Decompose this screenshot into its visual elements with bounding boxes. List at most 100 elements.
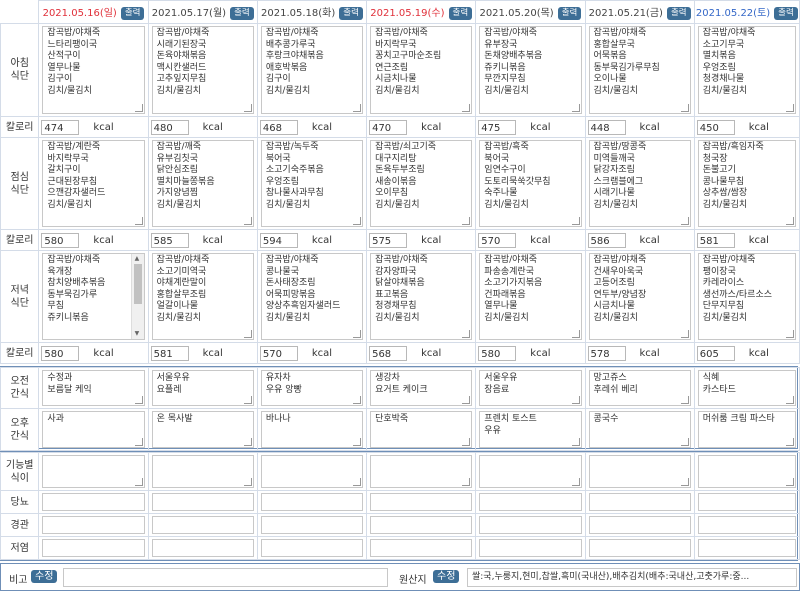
functional-diet-input[interactable]	[479, 455, 582, 488]
tube-feeding-input[interactable]	[697, 516, 796, 534]
scrollbar[interactable]: ▲ ▼	[130, 254, 144, 339]
pm-snack[interactable]: 콩국수	[588, 411, 691, 448]
dinner-menu[interactable]: 잡곡밥/야채죽 콩나물국 돈사태장조림 어묵피망볶음 양상추흑임자샐러드 김치/…	[260, 253, 364, 340]
pm-snack[interactable]: 프렌치 토스트 우유	[479, 411, 582, 448]
tube-feeding-input[interactable]	[370, 516, 473, 534]
diabetes-input[interactable]	[479, 493, 582, 511]
lunch-menu[interactable]: 잡곡밥/흑죽 북어국 임연수구이 도토리묵쑥갓무침 숙주나물 김치/물김치	[479, 140, 582, 227]
diabetes-input[interactable]	[370, 493, 473, 511]
pm-snack[interactable]: 온 목사발	[151, 411, 254, 448]
breakfast-menu[interactable]: 잡곡밥/야채죽 느타리팽이국 산적구이 열무나물 김구이 김치/물김치	[42, 26, 145, 114]
print-button[interactable]: 출력	[448, 6, 473, 20]
low-salt-input[interactable]	[588, 539, 691, 557]
calorie-input[interactable]: 605	[696, 345, 735, 361]
dinner-menu[interactable]: 잡곡밥/야채죽 육개장 참치양배추볶음 동부묵김가루 무침 쥬키니볶음 ▲ ▼	[42, 253, 145, 340]
diabetes-input[interactable]	[697, 493, 796, 511]
calorie-input[interactable]: 581	[150, 345, 189, 361]
lunch-calorie-row: 칼로리 580 kcal 585 kcal 594 kcal 575 kcal 570 k…	[0, 229, 800, 251]
functional-diet-input[interactable]	[260, 455, 364, 488]
breakfast-menu[interactable]: 잡곡밥/야채죽 시래기된장국 돈육야채볶음 맥시칸샐러드 고추잎지무침 김치/물…	[151, 26, 254, 114]
functional-diet-input[interactable]	[697, 455, 796, 488]
low-salt-input[interactable]	[479, 539, 582, 557]
calorie-input[interactable]: 586	[587, 232, 626, 248]
functional-diet-input[interactable]	[370, 455, 473, 488]
tube-feeding-input[interactable]	[42, 516, 145, 534]
calorie-input[interactable]: 448	[587, 119, 626, 135]
origin-edit-button[interactable]: 수정	[433, 570, 460, 583]
remarks-edit-button[interactable]: 수정	[31, 570, 58, 583]
calorie-input[interactable]: 581	[696, 232, 735, 248]
lunch-menu[interactable]: 잡곡밥/깨죽 유부김칫국 닭안심조림 멸치마늘쫑볶음 가지양념찜 김치/물김치	[151, 140, 254, 227]
calorie-input[interactable]: 578	[587, 345, 626, 361]
am-snack[interactable]: 유자차 우유 앙빵	[260, 370, 364, 406]
calorie-input[interactable]: 450	[696, 119, 735, 135]
calorie-input[interactable]: 570	[259, 345, 298, 361]
pm-snack[interactable]: 단호박죽	[370, 411, 473, 448]
am-snack[interactable]: 망고쥬스 후레쉬 베리	[588, 370, 691, 406]
footer-bar: 비고 수정 원산지 수정 쌀:국,누룽지,현미,찹쌀,흑미(국내산),배추김치(…	[0, 563, 800, 591]
calorie-input[interactable]: 474	[41, 119, 80, 135]
diabetes-input[interactable]	[588, 493, 691, 511]
calorie-input[interactable]: 580	[41, 232, 80, 248]
origin-input[interactable]: 쌀:국,누룽지,현미,찹쌀,흑미(국내산),배추김치(배추:국내산,고춧가루:중…	[467, 568, 797, 587]
calorie-input[interactable]: 580	[478, 345, 517, 361]
print-button[interactable]: 출력	[339, 6, 363, 20]
functional-diet-input[interactable]	[588, 455, 691, 488]
breakfast-menu[interactable]: 잡곡밥/야채죽 유부장국 돈채양배추볶음 쥬키니볶음 무깐지무침 김치/물김치	[479, 26, 582, 114]
low-salt-input[interactable]	[370, 539, 473, 557]
calorie-input[interactable]: 568	[369, 345, 408, 361]
pm-snack[interactable]: 바나나	[260, 411, 364, 448]
remarks-input[interactable]	[63, 568, 388, 587]
diabetes-input[interactable]	[151, 493, 254, 511]
low-salt-input[interactable]	[42, 539, 145, 557]
tube-feeding-input[interactable]	[260, 516, 364, 534]
dinner-menu[interactable]: 잡곡밥/야채죽 소고기미역국 야채계란말이 홍합살무조림 얼갈이나물 김치/물김…	[151, 253, 254, 340]
print-button[interactable]: 출력	[774, 6, 798, 20]
lunch-menu[interactable]: 잡곡밥/땅콩죽 미역들깨국 닭강자조림 스크램블에그 시래기나물 김치/물김치	[588, 140, 691, 227]
low-salt-input[interactable]	[151, 539, 254, 557]
breakfast-menu[interactable]: 잡곡밥/야채죽 홍합살무국 어묵볶음 동부묵김가루무침 오이나물 김치/물김치	[588, 26, 691, 114]
calorie-input[interactable]: 468	[259, 119, 298, 135]
diabetes-input[interactable]	[260, 493, 364, 511]
tube-feeding-input[interactable]	[588, 516, 691, 534]
pm-snack[interactable]: 머쉬룸 크림 파스타	[697, 411, 796, 448]
calorie-input[interactable]: 585	[150, 232, 189, 248]
print-button[interactable]: 출력	[120, 6, 145, 20]
lunch-menu[interactable]: 잡곡밥/녹두죽 북어국 소고기숙주볶음 우엉조림 참나물사과무침 김치/물김치	[260, 140, 364, 227]
breakfast-menu[interactable]: 잡곡밥/야채죽 바지락무국 꽁치고구마순조림 연근조림 시금치나물 김치/물김치	[370, 26, 473, 114]
lunch-menu[interactable]: 잡곡밥/계란죽 바지락무국 갈치구이 근대된장무침 으깬감자샐러드 김치/물김치	[42, 140, 145, 227]
meal-grid: 2021.05.16(일) 출력 2021.05.17(월) 출력 2021.05.…	[0, 0, 800, 364]
am-snack[interactable]: 생강차 요거트 케이크	[370, 370, 473, 406]
am-snack[interactable]: 서울우유 요플레	[151, 370, 254, 406]
am-snack[interactable]: 서울우유 장음료	[479, 370, 582, 406]
dinner-menu[interactable]: 잡곡밥/야채죽 건새우아욱국 고등어조림 연두부/양념장 시금치나물 김치/물김…	[588, 253, 691, 340]
am-snack[interactable]: 수정과 보름달 케익	[42, 370, 145, 406]
breakfast-menu[interactable]: 잡곡밥/야채죽 소고기무국 멸치볶음 우엉조림 청경채나물 김치/물김치	[697, 26, 796, 114]
calorie-input[interactable]: 570	[478, 232, 517, 248]
calorie-input[interactable]: 594	[259, 232, 298, 248]
functional-diet-input[interactable]	[42, 455, 145, 488]
calorie-input[interactable]: 575	[369, 232, 408, 248]
breakfast-menu[interactable]: 잡곡밥/야채죽 배추콩가루국 후랑크야채볶음 애호박볶음 김구이 김치/물김치	[260, 26, 364, 114]
tube-feeding-input[interactable]	[151, 516, 254, 534]
print-button[interactable]: 출력	[230, 6, 254, 20]
low-salt-input[interactable]	[260, 539, 364, 557]
calorie-input[interactable]: 580	[41, 345, 80, 361]
tube-feeding-input[interactable]	[479, 516, 582, 534]
functional-diet-input[interactable]	[151, 455, 254, 488]
diabetes-input[interactable]	[42, 493, 145, 511]
dinner-menu[interactable]: 잡곡밥/야채죽 감자양파국 닭살야채볶음 표고볶음 청경채무침 김치/물김치	[370, 253, 473, 340]
calorie-input[interactable]: 470	[369, 119, 408, 135]
low-salt-input[interactable]	[697, 539, 796, 557]
am-snack[interactable]: 식혜 카스타드	[697, 370, 796, 406]
dinner-menu[interactable]: 잡곡밥/야채죽 팽이장국 카레라이스 생선까스/타르소스 단무지무침 김치/물김…	[697, 253, 796, 340]
pm-snack[interactable]: 사과	[42, 411, 145, 448]
print-button[interactable]: 출력	[666, 6, 691, 20]
meal-planner: 2021.05.16(일) 출력 2021.05.17(월) 출력 2021.05.…	[0, 0, 800, 591]
calorie-input[interactable]: 475	[478, 119, 517, 135]
print-button[interactable]: 출력	[557, 6, 582, 20]
lunch-menu[interactable]: 잡곡밥/쇠고기죽 대구지리탕 돈육두부조림 새송이볶음 오이무침 김치/물김치	[370, 140, 473, 227]
calorie-input[interactable]: 480	[150, 119, 189, 135]
lunch-menu[interactable]: 잡곡밥/흑임자죽 청국장 돈불고기 콩나물무침 상추쌈/쌈장 김치/물김치	[697, 140, 796, 227]
dinner-menu[interactable]: 잡곡밥/야채죽 파송송계란국 소고기가지볶음 건파래볶음 열무나물 김치/물김치	[479, 253, 582, 340]
